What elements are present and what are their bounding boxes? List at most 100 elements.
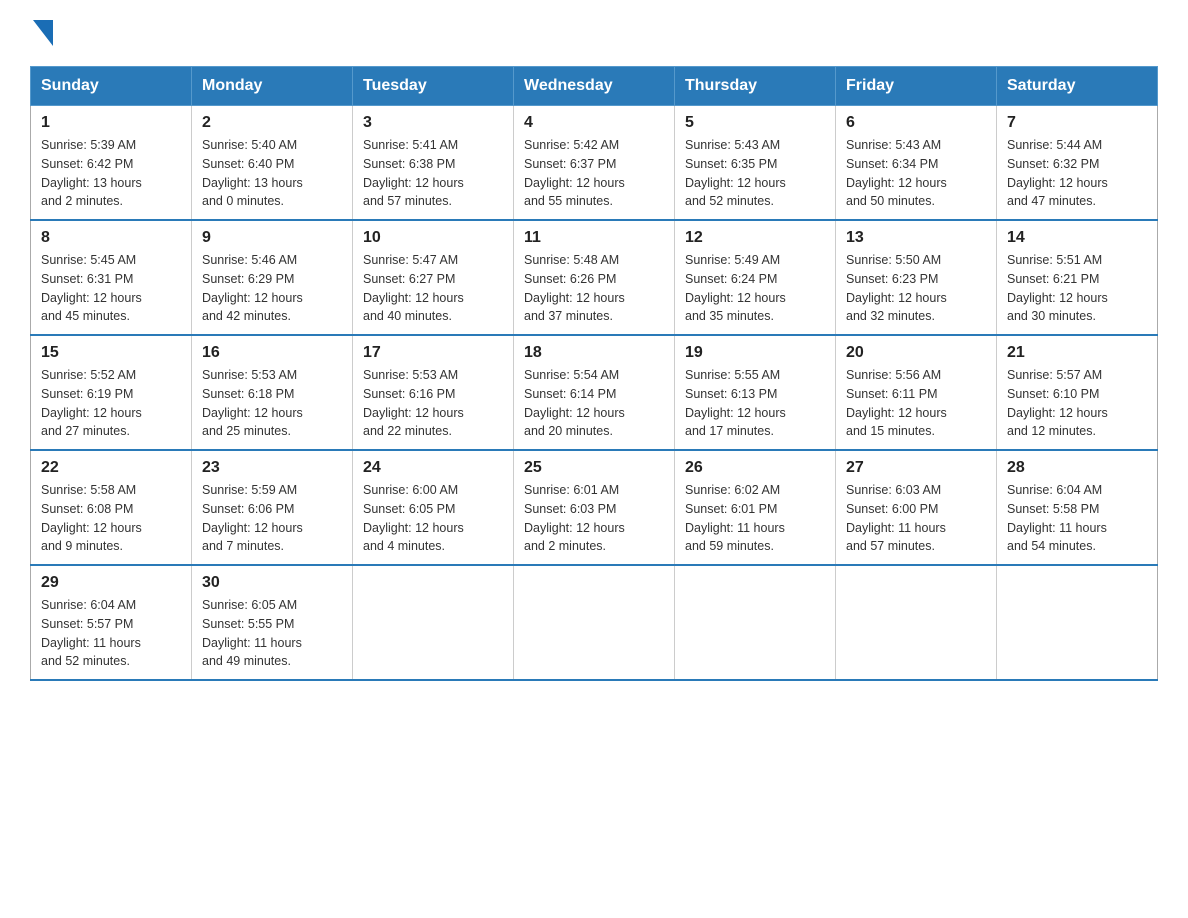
calendar-day-cell	[353, 565, 514, 680]
calendar-day-cell: 17 Sunrise: 5:53 AMSunset: 6:16 PMDayligh…	[353, 335, 514, 450]
day-info: Sunrise: 6:04 AMSunset: 5:57 PMDaylight:…	[41, 596, 181, 671]
calendar-day-cell: 20 Sunrise: 5:56 AMSunset: 6:11 PMDayligh…	[836, 335, 997, 450]
day-number: 8	[41, 229, 181, 247]
calendar-day-cell: 4 Sunrise: 5:42 AMSunset: 6:37 PMDaylight…	[514, 106, 675, 221]
day-info: Sunrise: 5:50 AMSunset: 6:23 PMDaylight:…	[846, 251, 986, 326]
calendar-day-cell	[514, 565, 675, 680]
day-info: Sunrise: 6:04 AMSunset: 5:58 PMDaylight:…	[1007, 481, 1147, 556]
day-of-week-header: Thursday	[675, 67, 836, 106]
day-number: 12	[685, 229, 825, 247]
calendar-day-cell: 5 Sunrise: 5:43 AMSunset: 6:35 PMDaylight…	[675, 106, 836, 221]
day-info: Sunrise: 5:42 AMSunset: 6:37 PMDaylight:…	[524, 136, 664, 211]
day-info: Sunrise: 5:41 AMSunset: 6:38 PMDaylight:…	[363, 136, 503, 211]
day-number: 22	[41, 459, 181, 477]
day-info: Sunrise: 5:52 AMSunset: 6:19 PMDaylight:…	[41, 366, 181, 441]
day-info: Sunrise: 5:40 AMSunset: 6:40 PMDaylight:…	[202, 136, 342, 211]
day-number: 3	[363, 114, 503, 132]
day-number: 16	[202, 344, 342, 362]
day-of-week-header: Wednesday	[514, 67, 675, 106]
day-info: Sunrise: 5:55 AMSunset: 6:13 PMDaylight:…	[685, 366, 825, 441]
day-info: Sunrise: 5:44 AMSunset: 6:32 PMDaylight:…	[1007, 136, 1147, 211]
day-info: Sunrise: 5:47 AMSunset: 6:27 PMDaylight:…	[363, 251, 503, 326]
calendar-day-cell: 24Sunrise: 6:00 AMSunset: 6:05 PMDayligh…	[353, 450, 514, 565]
day-info: Sunrise: 5:46 AMSunset: 6:29 PMDaylight:…	[202, 251, 342, 326]
calendar-day-cell: 18 Sunrise: 5:54 AMSunset: 6:14 PMDayligh…	[514, 335, 675, 450]
calendar-day-cell: 12 Sunrise: 5:49 AMSunset: 6:24 PMDayligh…	[675, 220, 836, 335]
calendar-day-cell: 16 Sunrise: 5:53 AMSunset: 6:18 PMDayligh…	[192, 335, 353, 450]
calendar-day-cell	[675, 565, 836, 680]
day-number: 17	[363, 344, 503, 362]
day-number: 23	[202, 459, 342, 477]
day-info: Sunrise: 5:49 AMSunset: 6:24 PMDaylight:…	[685, 251, 825, 326]
calendar-week-row: 15 Sunrise: 5:52 AMSunset: 6:19 PMDayligh…	[31, 335, 1158, 450]
day-info: Sunrise: 5:59 AMSunset: 6:06 PMDaylight:…	[202, 481, 342, 556]
calendar-table: SundayMondayTuesdayWednesdayThursdayFrid…	[30, 66, 1158, 681]
day-of-week-header: Monday	[192, 67, 353, 106]
day-info: Sunrise: 5:53 AMSunset: 6:18 PMDaylight:…	[202, 366, 342, 441]
day-number: 15	[41, 344, 181, 362]
calendar-day-cell: 28Sunrise: 6:04 AMSunset: 5:58 PMDayligh…	[997, 450, 1158, 565]
day-info: Sunrise: 5:43 AMSunset: 6:35 PMDaylight:…	[685, 136, 825, 211]
calendar-day-cell: 27 Sunrise: 6:03 AMSunset: 6:00 PMDayligh…	[836, 450, 997, 565]
day-info: Sunrise: 5:48 AMSunset: 6:26 PMDaylight:…	[524, 251, 664, 326]
day-info: Sunrise: 5:51 AMSunset: 6:21 PMDaylight:…	[1007, 251, 1147, 326]
calendar-day-cell: 6Sunrise: 5:43 AMSunset: 6:34 PMDaylight…	[836, 106, 997, 221]
day-number: 29	[41, 574, 181, 592]
calendar-day-cell: 2 Sunrise: 5:40 AMSunset: 6:40 PMDaylight…	[192, 106, 353, 221]
calendar-day-cell: 30 Sunrise: 6:05 AMSunset: 5:55 PMDayligh…	[192, 565, 353, 680]
day-number: 10	[363, 229, 503, 247]
day-info: Sunrise: 5:53 AMSunset: 6:16 PMDaylight:…	[363, 366, 503, 441]
day-number: 7	[1007, 114, 1147, 132]
day-info: Sunrise: 5:54 AMSunset: 6:14 PMDaylight:…	[524, 366, 664, 441]
day-info: Sunrise: 5:56 AMSunset: 6:11 PMDaylight:…	[846, 366, 986, 441]
calendar-day-cell: 11 Sunrise: 5:48 AMSunset: 6:26 PMDayligh…	[514, 220, 675, 335]
day-number: 26	[685, 459, 825, 477]
day-number: 6	[846, 114, 986, 132]
calendar-week-row: 8 Sunrise: 5:45 AMSunset: 6:31 PMDaylight…	[31, 220, 1158, 335]
calendar-day-cell: 26 Sunrise: 6:02 AMSunset: 6:01 PMDayligh…	[675, 450, 836, 565]
day-number: 20	[846, 344, 986, 362]
calendar-header-row: SundayMondayTuesdayWednesdayThursdayFrid…	[31, 67, 1158, 106]
day-info: Sunrise: 6:02 AMSunset: 6:01 PMDaylight:…	[685, 481, 825, 556]
page-header	[30, 20, 1158, 46]
calendar-day-cell: 8 Sunrise: 5:45 AMSunset: 6:31 PMDaylight…	[31, 220, 192, 335]
day-number: 14	[1007, 229, 1147, 247]
day-number: 18	[524, 344, 664, 362]
calendar-day-cell: 23 Sunrise: 5:59 AMSunset: 6:06 PMDayligh…	[192, 450, 353, 565]
day-number: 13	[846, 229, 986, 247]
calendar-day-cell: 19 Sunrise: 5:55 AMSunset: 6:13 PMDayligh…	[675, 335, 836, 450]
calendar-day-cell: 21 Sunrise: 5:57 AMSunset: 6:10 PMDayligh…	[997, 335, 1158, 450]
day-of-week-header: Friday	[836, 67, 997, 106]
logo	[30, 20, 53, 46]
calendar-week-row: 22Sunrise: 5:58 AMSunset: 6:08 PMDayligh…	[31, 450, 1158, 565]
day-number: 19	[685, 344, 825, 362]
day-info: Sunrise: 6:05 AMSunset: 5:55 PMDaylight:…	[202, 596, 342, 671]
day-of-week-header: Tuesday	[353, 67, 514, 106]
day-number: 25	[524, 459, 664, 477]
day-number: 1	[41, 114, 181, 132]
day-number: 11	[524, 229, 664, 247]
day-info: Sunrise: 6:03 AMSunset: 6:00 PMDaylight:…	[846, 481, 986, 556]
day-number: 27	[846, 459, 986, 477]
day-info: Sunrise: 5:45 AMSunset: 6:31 PMDaylight:…	[41, 251, 181, 326]
day-of-week-header: Sunday	[31, 67, 192, 106]
calendar-day-cell	[836, 565, 997, 680]
day-of-week-header: Saturday	[997, 67, 1158, 106]
day-number: 30	[202, 574, 342, 592]
calendar-day-cell: 1 Sunrise: 5:39 AMSunset: 6:42 PMDaylight…	[31, 106, 192, 221]
calendar-day-cell: 3 Sunrise: 5:41 AMSunset: 6:38 PMDaylight…	[353, 106, 514, 221]
calendar-week-row: 1 Sunrise: 5:39 AMSunset: 6:42 PMDaylight…	[31, 106, 1158, 221]
day-number: 2	[202, 114, 342, 132]
calendar-week-row: 29 Sunrise: 6:04 AMSunset: 5:57 PMDayligh…	[31, 565, 1158, 680]
day-number: 24	[363, 459, 503, 477]
day-info: Sunrise: 5:39 AMSunset: 6:42 PMDaylight:…	[41, 136, 181, 211]
day-number: 21	[1007, 344, 1147, 362]
calendar-day-cell: 10 Sunrise: 5:47 AMSunset: 6:27 PMDayligh…	[353, 220, 514, 335]
calendar-day-cell: 29 Sunrise: 6:04 AMSunset: 5:57 PMDayligh…	[31, 565, 192, 680]
day-number: 5	[685, 114, 825, 132]
day-info: Sunrise: 5:57 AMSunset: 6:10 PMDaylight:…	[1007, 366, 1147, 441]
calendar-day-cell: 14 Sunrise: 5:51 AMSunset: 6:21 PMDayligh…	[997, 220, 1158, 335]
day-number: 4	[524, 114, 664, 132]
day-number: 9	[202, 229, 342, 247]
calendar-day-cell: 22Sunrise: 5:58 AMSunset: 6:08 PMDayligh…	[31, 450, 192, 565]
